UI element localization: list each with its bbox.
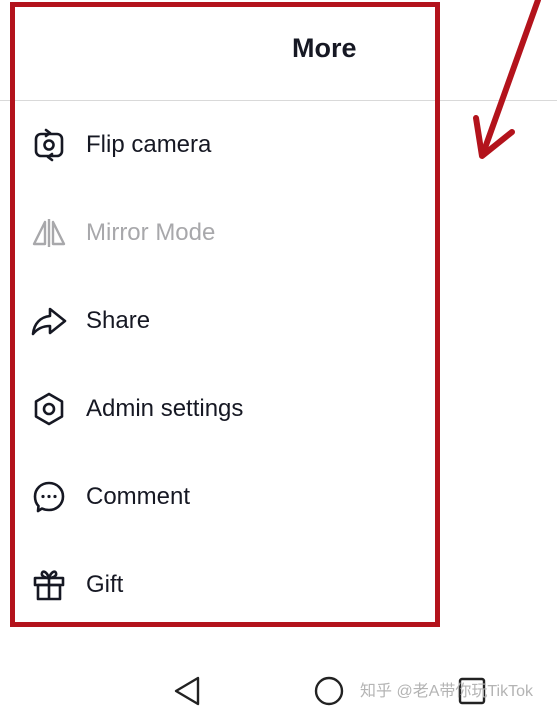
menu-item-label: Comment bbox=[86, 483, 191, 510]
triangle-back-icon bbox=[172, 675, 202, 712]
menu-item-gift[interactable]: Gift bbox=[28, 557, 428, 613]
menu-item-comment[interactable]: Comment bbox=[28, 469, 428, 525]
menu-item-label: Mirror Mode bbox=[86, 219, 216, 246]
more-menu-screen: More Flip camera Mirror Mode Share Admin… bbox=[0, 0, 557, 717]
menu-item-label: Gift bbox=[86, 571, 124, 598]
header-divider bbox=[0, 100, 557, 101]
menu-item-label: Share bbox=[86, 307, 151, 334]
gift-icon bbox=[28, 564, 70, 606]
nav-home-button[interactable] bbox=[312, 676, 346, 710]
watermark-text: 知乎 @老A带你玩TikTok bbox=[360, 683, 533, 700]
page-title: More bbox=[292, 33, 357, 63]
menu-item-label: Flip camera bbox=[86, 131, 212, 158]
mirror-icon bbox=[28, 212, 70, 254]
menu-item-flip-camera[interactable]: Flip camera bbox=[28, 117, 428, 173]
flip-camera-icon bbox=[28, 124, 70, 166]
annotation-arrow bbox=[473, 0, 541, 159]
comment-bubble-icon bbox=[28, 476, 70, 518]
menu-item-label: Admin settings bbox=[86, 395, 244, 422]
menu-item-share[interactable]: Share bbox=[28, 293, 428, 349]
menu-item-mirror-mode[interactable]: Mirror Mode bbox=[28, 205, 428, 261]
menu-item-admin-settings[interactable]: Admin settings bbox=[28, 381, 428, 437]
hexagon-settings-icon bbox=[28, 388, 70, 430]
share-icon bbox=[28, 300, 70, 342]
nav-back-button[interactable] bbox=[170, 676, 204, 710]
circle-home-icon bbox=[313, 675, 345, 712]
